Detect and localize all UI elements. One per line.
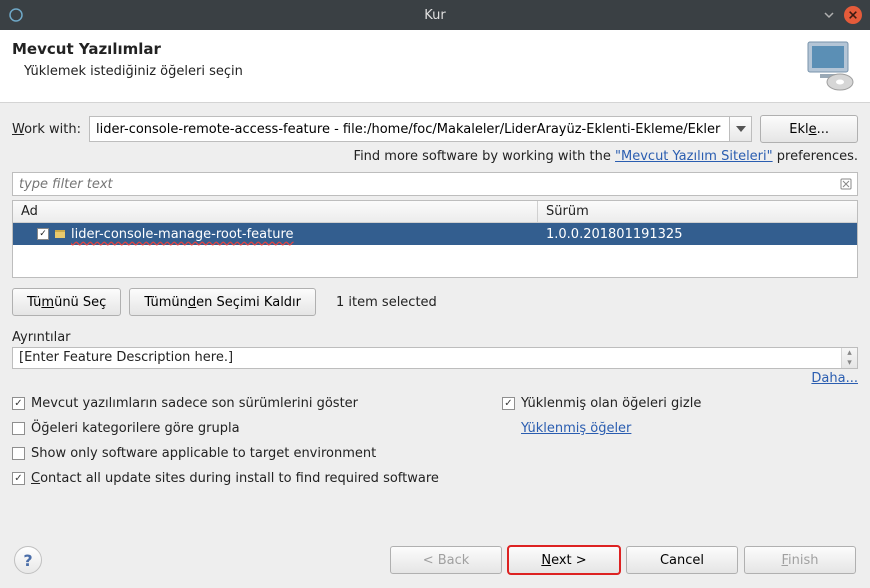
checkbox-icon[interactable]: [12, 397, 25, 410]
select-all-button[interactable]: Tümünü Seç: [12, 288, 121, 316]
row-checkbox-icon[interactable]: ✓: [37, 228, 49, 240]
details-scrollbar[interactable]: ▴▾: [841, 348, 857, 368]
more-link[interactable]: Daha...: [811, 371, 858, 386]
page-subtitle: Yüklemek istediğiniz öğeleri seçin: [12, 64, 243, 79]
column-name[interactable]: Ad: [13, 201, 538, 222]
details-description: [Enter Feature Description here.]: [13, 348, 841, 368]
cancel-button[interactable]: Cancel: [626, 546, 738, 574]
feature-icon: [53, 227, 67, 241]
option-contact[interactable]: Contact all update sites during install …: [12, 471, 462, 486]
checkbox-icon[interactable]: [12, 422, 25, 435]
checkbox-icon[interactable]: [12, 447, 25, 460]
add-site-button[interactable]: Ekle...: [760, 115, 858, 143]
software-tree[interactable]: Ad Sürüm ✓ lider-console-manage-root-fea…: [12, 200, 858, 278]
window-title: Kur: [424, 8, 445, 23]
wizard-header: Mevcut Yazılımlar Yüklemek istediğiniz ö…: [0, 30, 870, 103]
workwith-label: Work with:: [12, 122, 81, 137]
app-menu-icon[interactable]: [8, 7, 24, 23]
page-title: Mevcut Yazılımlar: [12, 40, 243, 58]
workwith-dropdown-icon[interactable]: [730, 116, 752, 142]
details-box: [Enter Feature Description here.] ▴▾: [12, 347, 858, 369]
column-version[interactable]: Sürüm: [538, 201, 857, 222]
titlebar: Kur: [0, 0, 870, 30]
details-label: Ayrıntılar: [12, 330, 858, 345]
option-latest[interactable]: Mevcut yazılımların sadece son sürümleri…: [12, 396, 462, 411]
workwith-input[interactable]: [89, 116, 730, 142]
back-button: < Back: [390, 546, 502, 574]
available-sites-link[interactable]: "Mevcut Yazılım Siteleri": [615, 149, 773, 164]
maximize-icon[interactable]: [822, 8, 836, 22]
checkbox-icon[interactable]: [502, 397, 515, 410]
installed-link[interactable]: Yüklenmiş öğeler: [521, 421, 631, 436]
install-icon: [802, 40, 858, 92]
option-group[interactable]: Öğeleri kategorilere göre grupla: [12, 421, 462, 436]
help-button[interactable]: ?: [14, 546, 42, 574]
close-icon[interactable]: [844, 6, 862, 24]
deselect-all-button[interactable]: Tümünden Seçimi Kaldır: [129, 288, 316, 316]
option-target[interactable]: Show only software applicable to target …: [12, 446, 462, 461]
option-hide-installed[interactable]: Yüklenmiş olan öğeleri gizle: [502, 396, 701, 411]
clear-filter-icon[interactable]: [838, 176, 854, 192]
row-version: 1.0.0.201801191325: [538, 227, 857, 242]
selection-status: 1 item selected: [336, 295, 437, 310]
next-button[interactable]: Next >: [508, 546, 620, 574]
row-name: lider-console-manage-root-feature: [71, 227, 294, 242]
table-row[interactable]: ✓ lider-console-manage-root-feature 1.0.…: [13, 223, 857, 245]
checkbox-icon[interactable]: [12, 472, 25, 485]
finish-button: Finish: [744, 546, 856, 574]
tree-blank: [13, 245, 857, 277]
findmore-text: Find more software by working with the "…: [12, 149, 858, 164]
filter-input[interactable]: [12, 172, 858, 196]
tree-header: Ad Sürüm: [13, 201, 857, 223]
